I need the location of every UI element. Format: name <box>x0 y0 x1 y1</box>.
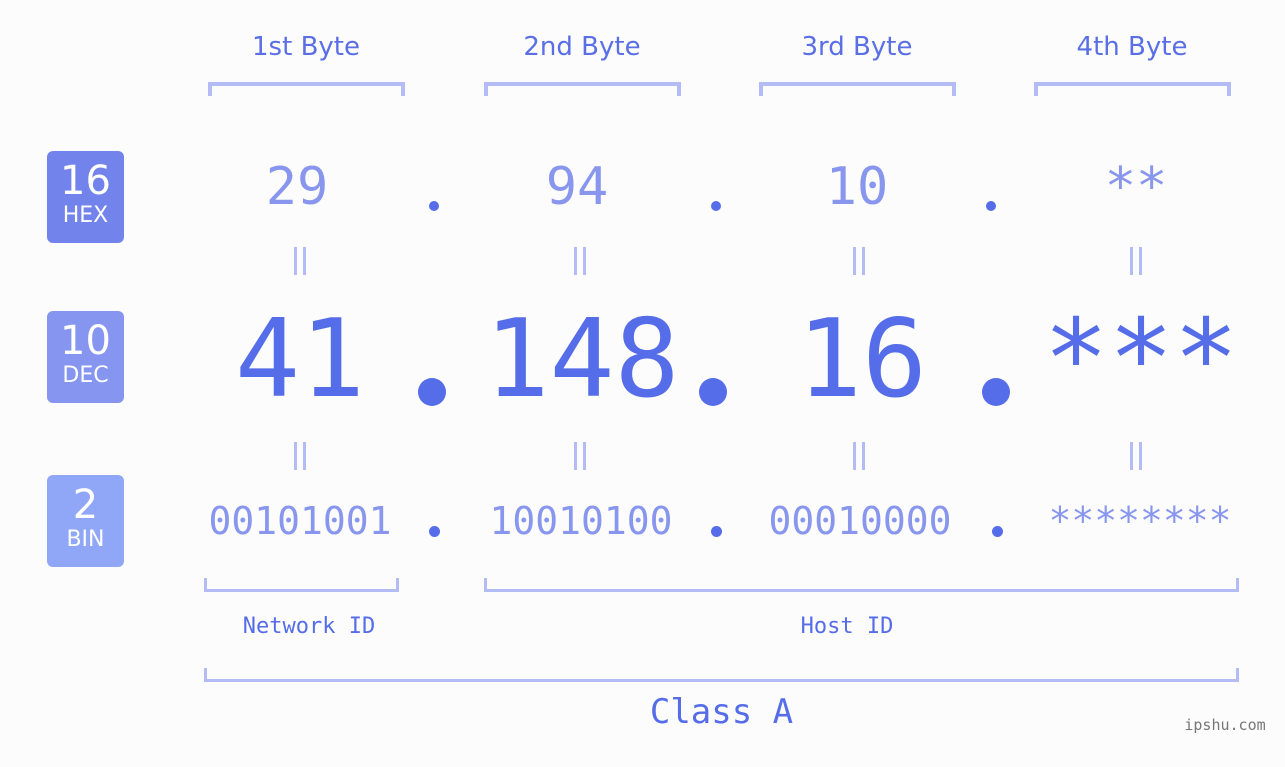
dec-octet-4: *** <box>1043 297 1239 422</box>
host-id-label: Host ID <box>800 614 894 639</box>
dec-separator-dot <box>418 378 446 406</box>
equals-icon <box>290 442 310 470</box>
byte-bracket-4 <box>1034 82 1231 96</box>
equals-icon <box>290 247 310 275</box>
equals-icon <box>1126 442 1146 470</box>
hex-badge-base: 16 <box>60 158 111 204</box>
equals-icon <box>1126 247 1146 275</box>
equals-icon <box>570 442 590 470</box>
hex-separator-dot <box>986 201 996 211</box>
network-id-bracket <box>204 578 399 592</box>
dec-badge-label: DEC <box>62 363 109 388</box>
bin-separator-dot <box>429 526 440 537</box>
hex-octet-4: ** <box>1104 157 1168 217</box>
byte-header-4: 4th Byte <box>1076 32 1188 62</box>
dec-octet-1: 41 <box>234 297 366 422</box>
dec-octet-3: 16 <box>796 297 928 422</box>
byte-header-3: 3rd Byte <box>801 32 913 62</box>
class-bracket <box>204 668 1239 682</box>
watermark: ipshu.com <box>1184 716 1266 734</box>
hex-separator-dot <box>429 201 439 211</box>
dec-badge: 10 DEC <box>47 311 124 403</box>
bin-separator-dot <box>711 526 722 537</box>
host-id-bracket <box>484 578 1239 592</box>
bin-badge-base: 2 <box>72 482 99 528</box>
hex-octet-3: 10 <box>825 157 889 217</box>
ip-class-label: Class A <box>649 692 794 732</box>
bin-octet-3: 00010000 <box>768 499 952 543</box>
bin-badge: 2 BIN <box>47 475 124 567</box>
hex-badge-label: HEX <box>62 203 109 228</box>
equals-icon <box>570 247 590 275</box>
hex-separator-dot <box>711 201 721 211</box>
network-id-label: Network ID <box>242 614 376 639</box>
hex-octet-2: 94 <box>545 157 609 217</box>
dec-separator-dot <box>699 378 727 406</box>
equals-icon <box>849 442 869 470</box>
dec-separator-dot <box>982 378 1010 406</box>
equals-icon <box>849 247 869 275</box>
byte-bracket-3 <box>759 82 956 96</box>
byte-header-1: 1st Byte <box>252 32 360 62</box>
bin-separator-dot <box>992 526 1003 537</box>
bin-octet-1: 00101001 <box>208 499 392 543</box>
bin-octet-2: 10010100 <box>489 499 673 543</box>
dec-octet-2: 148 <box>484 297 680 422</box>
byte-bracket-1 <box>208 82 405 96</box>
byte-header-2: 2nd Byte <box>523 32 641 62</box>
dec-badge-base: 10 <box>60 318 111 364</box>
hex-octet-1: 29 <box>265 157 329 217</box>
bin-badge-label: BIN <box>66 527 105 552</box>
byte-bracket-2 <box>484 82 681 96</box>
hex-badge: 16 HEX <box>47 151 124 243</box>
bin-octet-4: ******** <box>1048 499 1232 543</box>
